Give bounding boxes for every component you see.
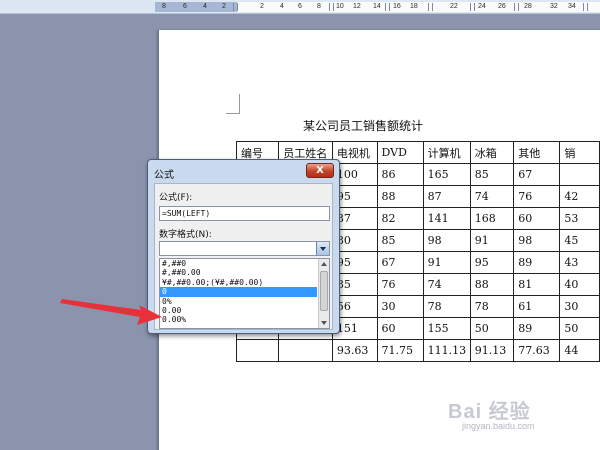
watermark: Bai 经验 jingyan.baidu.com xyxy=(448,395,535,431)
watermark-url: jingyan.baidu.com xyxy=(462,421,535,431)
annotation-arrow xyxy=(60,299,162,325)
red-arrow-icon xyxy=(60,299,162,325)
watermark-logo: Bai 经验 xyxy=(448,401,531,423)
